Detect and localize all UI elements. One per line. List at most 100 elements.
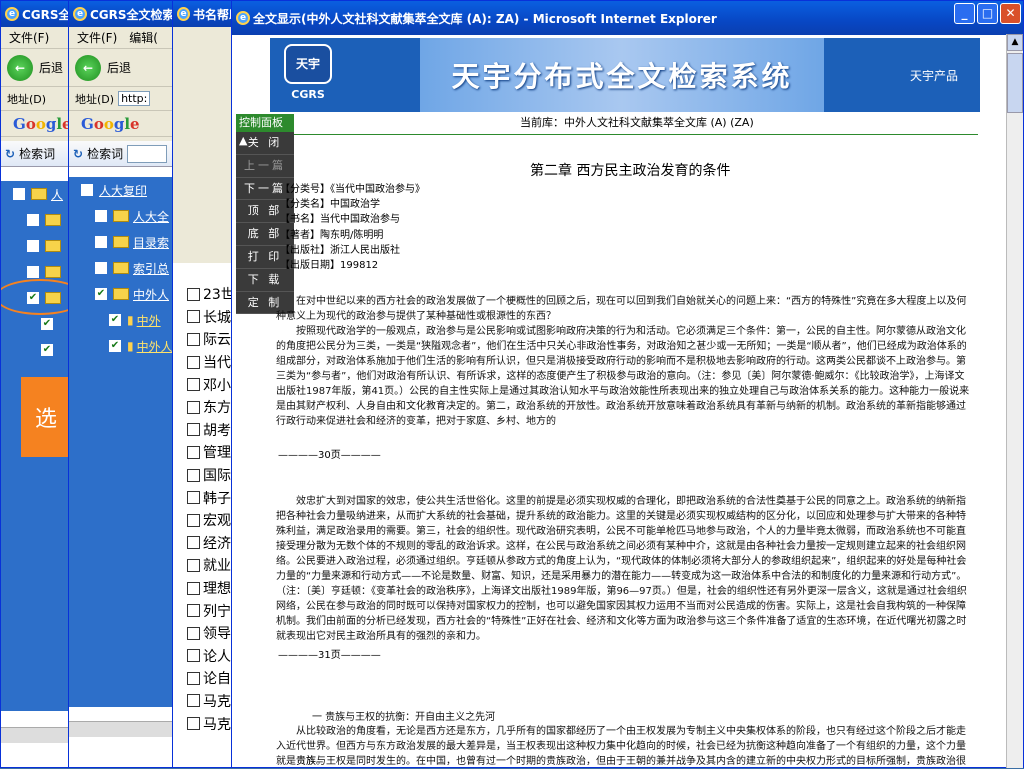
menu-edit[interactable]: 编辑( (129, 29, 158, 46)
folder-icon (45, 240, 61, 252)
tree-link[interactable]: 索引总 (133, 260, 169, 277)
meta-class-no: 【分类号】《当代中国政治参与》 (280, 184, 425, 195)
checkbox-checked[interactable]: ✔ (95, 288, 107, 300)
tree-row[interactable]: ✔ ▮ 中外人 (69, 333, 177, 359)
checkbox-checked[interactable]: ✔ (41, 318, 53, 330)
folder-icon (113, 236, 129, 248)
meta-publisher: 【出版社】浙江人民出版社 (280, 244, 400, 256)
book-metadata: 【分类号】《当代中国政治参与》 【分类名】中国政治学 【书名】当代中国政治参与 … (280, 180, 425, 271)
paragraph-2: 按照现代政治学的一般观点，政治参与是公民影响或试图影响政府决策的行为和活动。它必… (276, 326, 970, 427)
minimize-icon[interactable]: _ (954, 3, 975, 24)
tree-link[interactable]: 中外 (137, 312, 161, 329)
horizontal-scrollbar[interactable] (69, 721, 177, 737)
scroll-up-arrow-icon[interactable]: ▲ (1007, 34, 1023, 51)
maximize-icon[interactable]: □ (977, 3, 998, 24)
logo-emblem: 天宇 (284, 44, 332, 84)
tree-link[interactable]: 人大复印 (99, 182, 147, 199)
search-icon: ↻ (73, 146, 84, 161)
control-panel-header[interactable]: 控制面板 ▲ (236, 114, 294, 147)
browser-window-2[interactable]: e CGRS全文检索 文件(F) 编辑( ← 后退 地址(D) http: Google… (68, 0, 178, 768)
tree-row[interactable]: ✔ ▮ 中外 (69, 307, 177, 333)
tree-row[interactable]: 索引总 (69, 255, 177, 281)
page-marker-30: ————30页———— (278, 450, 381, 461)
folder-icon (45, 214, 61, 226)
ie-icon: e (177, 7, 190, 21)
tree-link[interactable]: 目录索 (133, 234, 169, 251)
search-icon: ↻ (5, 146, 16, 161)
search-input[interactable] (127, 144, 168, 163)
window-2-address-bar: 地址(D) http: (69, 87, 177, 111)
paragraph-5: 贵族与王权是同时发生的。在中国，也曾有过一个时期的贵族政治，但由于王朝的兼并战争… (296, 756, 966, 767)
back-label[interactable]: 后退 (39, 59, 63, 76)
checkbox[interactable] (27, 240, 39, 252)
tree-link[interactable]: 人大全 (133, 208, 169, 225)
address-label: 地址(D) (7, 92, 47, 106)
tree-row[interactable]: 人大全 (69, 203, 177, 229)
folder-icon (113, 262, 129, 274)
section-heading: 一 贵族与王权的抗衡：开自由主义之先河 (312, 712, 496, 723)
chapter-title: 第二章 西方民主政治发育的条件 (530, 163, 731, 179)
back-arrow-icon[interactable]: ← (75, 54, 101, 81)
menu-file[interactable]: 文件(F) (77, 29, 117, 46)
page-marker-31: ————31页———— (278, 650, 381, 661)
checkbox[interactable] (95, 210, 107, 222)
logo-subtext: CGRS (291, 88, 325, 101)
cgrs-logo: 天宇 CGRS (278, 42, 338, 108)
vertical-scrollbar[interactable]: ▲ (1006, 34, 1023, 768)
meta-author: 【著者】陶东明/陈明明 (280, 229, 384, 241)
checkbox[interactable] (81, 184, 93, 196)
folder-icon (45, 266, 61, 278)
scroll-thumb[interactable] (1007, 53, 1023, 113)
checkbox-checked[interactable]: ✔ (109, 314, 121, 326)
window-2-menubar: 文件(F) 编辑( (69, 27, 177, 49)
folder-icon (113, 210, 129, 222)
system-title: 天宇分布式全文检索系统 (420, 38, 824, 112)
search-label: 检索词 (87, 147, 124, 161)
main-window-title: 全文显示(中外人文社科文献集萃全文库 (A): ZA) - Microsoft … (253, 11, 717, 26)
download-button[interactable]: 下 载 (236, 268, 294, 292)
google-logo[interactable]: Google (69, 111, 177, 137)
tree-link[interactable]: 中外人 (137, 338, 173, 355)
back-label[interactable]: 后退 (107, 59, 131, 76)
window-2-titlebar[interactable]: e CGRS全文检索 (69, 1, 177, 27)
tree-panel-right: 人大复印 人大全 目录索 索引总 ✔ 中外人 ✔ ▮ 中外 ✔ ▮ 中外人 (69, 177, 177, 707)
address-label: 地址(D) (75, 92, 115, 106)
search-label: 检索词 (19, 147, 56, 161)
product-label[interactable]: 天宇产品 (902, 58, 966, 94)
prev-button[interactable]: 上一篇 (236, 154, 294, 178)
close-icon[interactable]: ✕ (1000, 3, 1021, 24)
tree-link[interactable]: 中外人 (133, 286, 169, 303)
window-2-toolbar: ← 后退 (69, 49, 177, 87)
checkbox[interactable] (27, 214, 39, 226)
checkbox[interactable] (13, 188, 25, 200)
meta-class-name: 【分类名】中国政治学 (280, 199, 380, 211)
tree-row[interactable]: ✔ 中外人 (69, 281, 177, 307)
ie-icon: e (5, 7, 19, 21)
tree-row[interactable]: 目录索 (69, 229, 177, 255)
checkbox-checked[interactable]: ✔ (109, 340, 121, 352)
window-2-title: CGRS全文检索 (90, 7, 175, 22)
search-bar: ↻ 检索词 (69, 141, 177, 167)
paragraph-1: 在对中世纪以来的西方社会的政治发展做了一个梗概性的回顾之后，现在可以回到我们自始… (276, 296, 967, 322)
checkbox[interactable] (95, 262, 107, 274)
meta-book-name: 【书名】当代中国政治参与 (280, 214, 400, 226)
window-1-title: CGRS全 (22, 7, 71, 22)
window-controls: _ □ ✕ (954, 3, 1021, 24)
db-icon: ▮ (127, 339, 134, 353)
checkbox[interactable] (95, 236, 107, 248)
address-value[interactable]: http: (118, 91, 151, 106)
divider-line (236, 134, 978, 135)
folder-icon (113, 288, 129, 300)
ie-icon: e (236, 11, 250, 25)
tree-row[interactable]: 人大复印 (69, 177, 177, 203)
current-database: 当前库：中外人文社科文献集萃全文库 (A) (ZA) (520, 116, 754, 129)
system-banner: 天宇 CGRS 天宇分布式全文检索系统 天宇产品 (270, 38, 980, 112)
meta-pub-date: 【出版日期】199812 (280, 259, 379, 271)
back-arrow-icon[interactable]: ← (7, 54, 33, 81)
menu-file[interactable]: 文件(F) (9, 29, 49, 46)
main-titlebar[interactable]: e 全文显示(中外人文社科文献集萃全文库 (A): ZA) - Microsof… (232, 1, 1023, 35)
checkbox[interactable] (27, 266, 39, 278)
tree-link[interactable]: 人 (51, 186, 63, 203)
checkbox-checked[interactable]: ✔ (41, 344, 53, 356)
paragraph-3: 效忠扩大到对国家的效忠，使公共生活世俗化。这里的前提是必须实现权威的合理化，即把… (276, 496, 967, 642)
